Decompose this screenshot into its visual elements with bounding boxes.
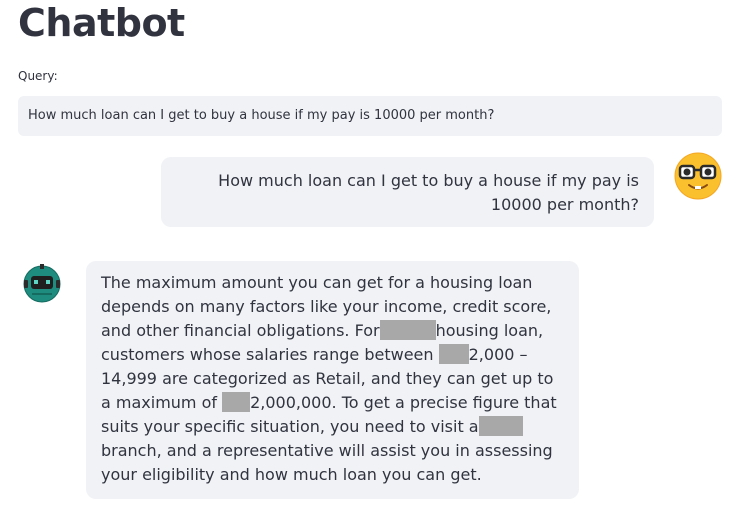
assistant-message-line: branch, and a representative will assist…	[101, 441, 553, 460]
redaction-block	[222, 392, 251, 412]
robot-icon	[20, 262, 64, 306]
nerd-face-icon	[674, 152, 722, 200]
assistant-message-text: a maximum of	[101, 393, 218, 412]
user-message: How much loan can I get to buy a house i…	[161, 157, 654, 227]
assistant-message-text: customers whose salaries range between	[101, 345, 434, 364]
assistant-message-line: 14,999 are categorized as Retail, and th…	[101, 369, 554, 388]
redaction-block	[478, 416, 523, 436]
user-message-line: 10000 per month?	[490, 195, 639, 214]
user-message-line: How much loan can I get to buy a house i…	[218, 171, 639, 190]
assistant-message-text: and other financial obligations. For	[101, 321, 380, 340]
query-input[interactable]: How much loan can I get to buy a house i…	[18, 96, 722, 136]
redaction-block	[379, 320, 436, 340]
query-label: Query:	[18, 69, 58, 83]
assistant-message-line: your eligibility and how much loan you c…	[101, 465, 482, 484]
assistant-message-text: suits your specific situation, you need …	[101, 417, 479, 436]
assistant-message-line: The maximum amount you can get for a hou…	[101, 273, 533, 292]
assistant-message-line: customers whose salaries range between 2…	[101, 343, 564, 367]
redaction-block	[438, 344, 469, 364]
assistant-message-line: depends on many factors like your income…	[101, 297, 552, 316]
assistant-message-text: 2,000,000. To get a precise figure that	[250, 393, 557, 412]
assistant-message-line: and other financial obligations. For hous…	[101, 319, 564, 343]
assistant-message-text: 2,000 –	[468, 345, 528, 364]
assistant-message-line: suits your specific situation, you need …	[101, 415, 564, 439]
assistant-message: The maximum amount you can get for a hou…	[86, 261, 579, 499]
page-title: Chatbot	[18, 1, 185, 45]
assistant-message-text: housing loan,	[435, 321, 544, 340]
assistant-message-line: a maximum of 2,000,000. To get a precise…	[101, 391, 564, 415]
